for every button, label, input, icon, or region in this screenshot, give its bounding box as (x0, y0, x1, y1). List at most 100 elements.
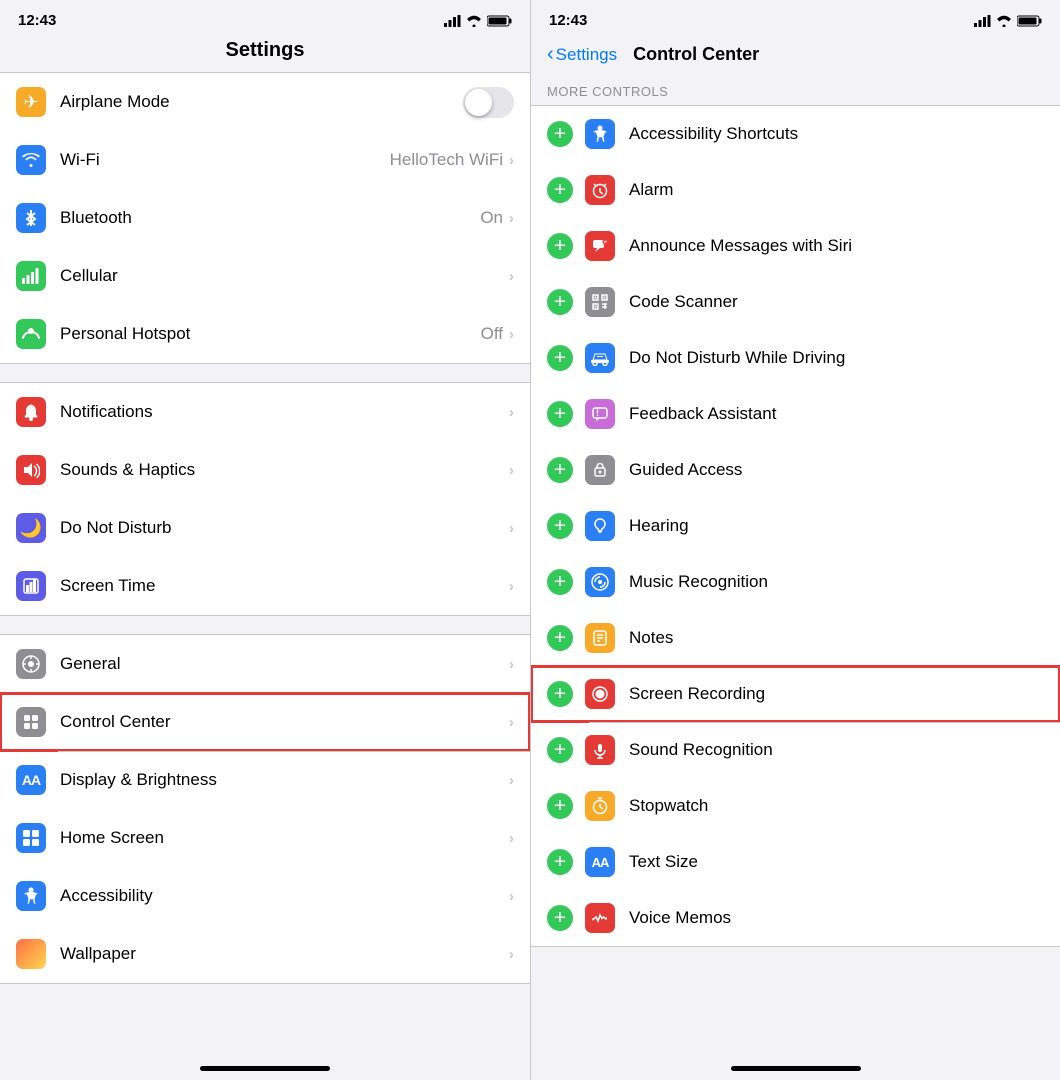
screentime-label: Screen Time (60, 576, 509, 596)
cc-alarm-label: Alarm (629, 180, 1044, 200)
cc-row-sound-recognition[interactable]: + Sound Recognition (531, 722, 1060, 778)
add-text-size-btn[interactable]: + (547, 849, 573, 875)
settings-row-donotdisturb[interactable]: 🌙 Do Not Disturb › (0, 499, 530, 557)
cc-code-scanner-label: Code Scanner (629, 292, 1044, 312)
cc-row-alarm[interactable]: + Alarm (531, 162, 1060, 218)
add-code-scanner-btn[interactable]: + (547, 289, 573, 315)
cc-row-music-recognition[interactable]: + Music Recognition (531, 554, 1060, 610)
wallpaper-chevron: › (509, 946, 514, 963)
settings-row-notifications[interactable]: Notifications › (0, 383, 530, 441)
settings-row-wallpaper[interactable]: Wallpaper › (0, 925, 530, 983)
cc-scroll[interactable]: + Accessibility Shortcuts + (531, 105, 1060, 1056)
cc-alarm-icon (585, 175, 615, 205)
accessibility-icon (16, 881, 46, 911)
back-button[interactable]: ‹ Settings (547, 43, 617, 66)
cc-row-voice-memos[interactable]: + Voice Memos (531, 890, 1060, 946)
cc-row-feedback-assistant[interactable]: + ! Feedback Assistant (531, 386, 1060, 442)
settings-group-notifications: Notifications › Sounds & Haptics › 🌙 (0, 382, 530, 616)
hotspot-value: Off (481, 324, 503, 344)
homescreen-icon (16, 823, 46, 853)
add-notes-btn[interactable]: + (547, 625, 573, 651)
home-indicator-left (0, 1056, 530, 1080)
add-guided-access-btn[interactable]: + (547, 457, 573, 483)
settings-row-airplane[interactable]: ✈ Airplane Mode (0, 73, 530, 131)
wifi-chevron: › (509, 152, 514, 169)
add-dnd-driving-btn[interactable]: + (547, 345, 573, 371)
cc-stopwatch-label: Stopwatch (629, 796, 1044, 816)
settings-row-cellular[interactable]: Cellular › (0, 247, 530, 305)
cc-row-stopwatch[interactable]: + Stopwatch (531, 778, 1060, 834)
cellular-label: Cellular (60, 266, 509, 286)
cc-text-size-icon: AA (585, 847, 615, 877)
cc-stopwatch-icon (585, 791, 615, 821)
signal-icon-right (974, 15, 991, 27)
settings-row-accessibility[interactable]: Accessibility › (0, 867, 530, 925)
svg-text:!: ! (596, 408, 599, 418)
cc-row-screen-recording[interactable]: + Screen Recording (531, 666, 1060, 722)
add-alarm-btn[interactable]: + (547, 177, 573, 203)
settings-row-screentime[interactable]: Screen Time › (0, 557, 530, 615)
time-left: 12:43 (18, 12, 56, 29)
status-bar-left: 12:43 (0, 0, 530, 35)
settings-row-homescreen[interactable]: Home Screen › (0, 809, 530, 867)
wifi-label: Wi-Fi (60, 150, 390, 170)
cc-voice-memos-label: Voice Memos (629, 908, 1044, 928)
page-title-left: Settings (0, 35, 530, 72)
home-bar-right (731, 1066, 861, 1071)
back-label: Settings (556, 45, 617, 65)
control-center-panel: 12:43 ‹ Settings Contr (530, 0, 1060, 1080)
settings-row-general[interactable]: General › (0, 635, 530, 693)
wifi-settings-icon (16, 145, 46, 175)
sounds-label: Sounds & Haptics (60, 460, 509, 480)
cc-row-notes[interactable]: + Notes (531, 610, 1060, 666)
cc-guided-access-label: Guided Access (629, 460, 1044, 480)
cc-row-accessibility-shortcuts[interactable]: + Accessibility Shortcuts (531, 106, 1060, 162)
cc-row-guided-access[interactable]: + Guided Access (531, 442, 1060, 498)
add-stopwatch-btn[interactable]: + (547, 793, 573, 819)
back-chevron: ‹ (547, 43, 554, 66)
sounds-chevron: › (509, 462, 514, 479)
bluetooth-label: Bluetooth (60, 208, 480, 228)
add-music-recognition-btn[interactable]: + (547, 569, 573, 595)
cc-sound-recognition-label: Sound Recognition (629, 740, 1044, 760)
cc-row-dnd-driving[interactable]: + Do Not Disturb While Driving (531, 330, 1060, 386)
add-feedback-btn[interactable]: + (547, 401, 573, 427)
settings-scroll[interactable]: ✈ Airplane Mode Wi-Fi HelloTech WiFi › (0, 72, 530, 1056)
cc-notes-label: Notes (629, 628, 1044, 648)
status-icons-left (444, 15, 512, 27)
add-voice-memos-btn[interactable]: + (547, 905, 573, 931)
cc-announce-label: Announce Messages with Siri (629, 236, 1044, 256)
cc-dnd-driving-icon (585, 343, 615, 373)
cc-feedback-icon: ! (585, 399, 615, 429)
cc-row-hearing[interactable]: + Hearing (531, 498, 1060, 554)
add-accessibility-btn[interactable]: + (547, 121, 573, 147)
settings-row-controlcenter[interactable]: Control Center › (0, 693, 530, 751)
display-label: Display & Brightness (60, 770, 509, 790)
notifications-label: Notifications (60, 402, 509, 422)
cc-header: ‹ Settings Control Center (531, 35, 1060, 76)
cc-row-code-scanner[interactable]: + Code Scanner (531, 274, 1060, 330)
battery-icon (487, 15, 512, 27)
time-right: 12:43 (549, 12, 587, 29)
cc-row-announce-messages[interactable]: + Announce Messages with Siri (531, 218, 1060, 274)
cc-row-text-size[interactable]: + AA Text Size (531, 834, 1060, 890)
settings-row-hotspot[interactable]: Personal Hotspot Off › (0, 305, 530, 363)
settings-row-bluetooth[interactable]: Bluetooth On › (0, 189, 530, 247)
add-sound-recognition-btn[interactable]: + (547, 737, 573, 763)
cc-accessibility-shortcuts-icon (585, 119, 615, 149)
settings-row-wifi[interactable]: Wi-Fi HelloTech WiFi › (0, 131, 530, 189)
add-hearing-btn[interactable]: + (547, 513, 573, 539)
display-chevron: › (509, 772, 514, 789)
cellular-icon (16, 261, 46, 291)
accessibility-label: Accessibility (60, 886, 509, 906)
wifi-value: HelloTech WiFi (390, 150, 503, 170)
controlcenter-label: Control Center (60, 712, 509, 732)
airplane-toggle[interactable] (463, 87, 514, 118)
settings-row-display[interactable]: AA Display & Brightness › (0, 751, 530, 809)
home-indicator-right (531, 1056, 1060, 1080)
cc-music-recognition-icon (585, 567, 615, 597)
add-announce-btn[interactable]: + (547, 233, 573, 259)
cc-notes-icon (585, 623, 615, 653)
add-screen-recording-btn[interactable]: + (547, 681, 573, 707)
settings-row-sounds[interactable]: Sounds & Haptics › (0, 441, 530, 499)
